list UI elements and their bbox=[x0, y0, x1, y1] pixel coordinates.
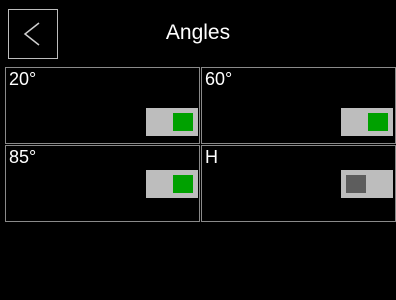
angle-label: 20° bbox=[9, 69, 37, 89]
toggle-knob bbox=[346, 175, 366, 193]
toggle-knob bbox=[173, 113, 193, 131]
angle-label: 85° bbox=[9, 147, 37, 167]
toggle-knob bbox=[173, 175, 193, 193]
chevron-left-icon bbox=[23, 22, 40, 46]
angle-cell-85[interactable]: 85° bbox=[5, 145, 200, 222]
angle-20-toggle[interactable] bbox=[146, 108, 198, 136]
angle-label: H bbox=[205, 147, 218, 167]
angle-cell-h[interactable]: H bbox=[201, 145, 396, 222]
angle-label: 60° bbox=[205, 69, 233, 89]
angles-grid: 20° 60° 85° H bbox=[5, 67, 396, 222]
back-button[interactable] bbox=[8, 9, 58, 59]
page-title: Angles bbox=[165, 21, 231, 44]
angle-85-toggle[interactable] bbox=[146, 170, 198, 198]
header-bar: Angles bbox=[0, 0, 396, 66]
toggle-knob bbox=[368, 113, 388, 131]
angle-cell-60[interactable]: 60° bbox=[201, 67, 396, 144]
angle-60-toggle[interactable] bbox=[341, 108, 393, 136]
angle-h-toggle[interactable] bbox=[341, 170, 393, 198]
angle-cell-20[interactable]: 20° bbox=[5, 67, 200, 144]
